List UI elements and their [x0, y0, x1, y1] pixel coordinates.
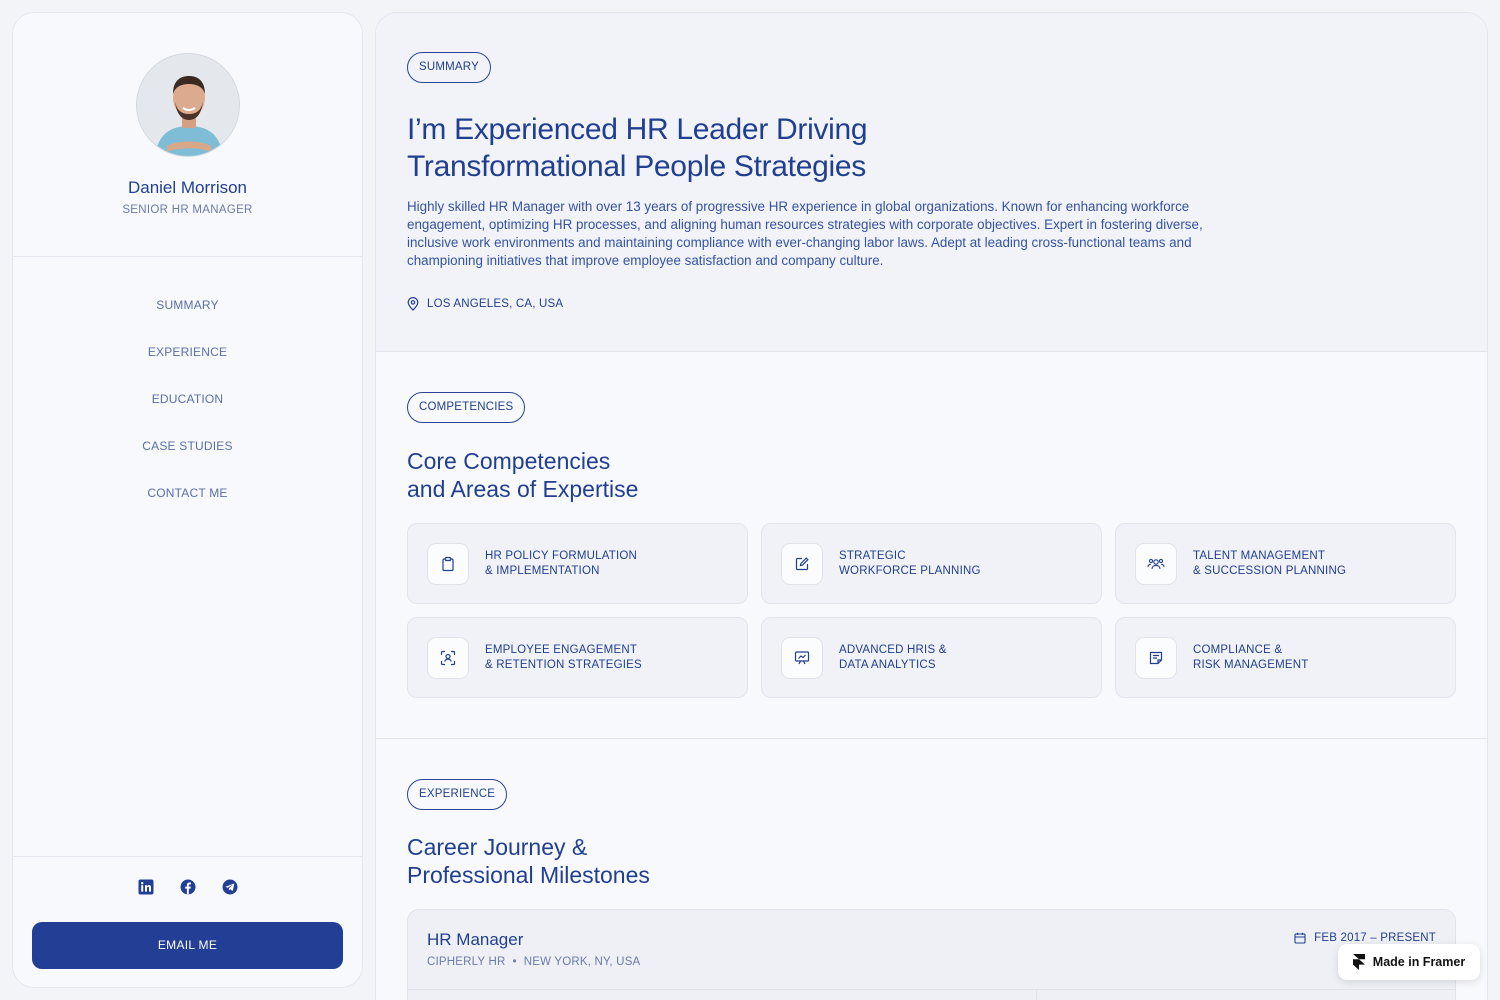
competency-line-2: & IMPLEMENTATION — [485, 565, 600, 577]
summary-pill: SUMMARY — [407, 52, 491, 83]
divider — [408, 989, 1455, 990]
email-me-button[interactable]: EMAIL ME — [32, 922, 343, 969]
headline-line-2: Transformational People Strategies — [407, 150, 866, 183]
competencies-pill: COMPETENCIES — [407, 392, 526, 423]
profile-name: Daniel Morrison — [127, 178, 248, 197]
document-icon — [1135, 637, 1177, 679]
experience-title-line-2: Professional Milestones — [407, 862, 650, 888]
job-dates: FEB 2017 – PRESENT — [1294, 932, 1436, 944]
sidebar-footer: EMAIL ME — [13, 856, 362, 987]
nav-item-contact-me[interactable]: CONTACT ME — [13, 485, 362, 532]
competency-line-1: TALENT MANAGEMENT — [1193, 550, 1326, 562]
summary-bio: Highly skilled HR Manager with over 13 y… — [407, 199, 1203, 268]
summary-section: SUMMARY I’m Experienced HR Leader Drivin… — [376, 13, 1487, 352]
headline-line-1: I’m Experienced HR Leader Driving — [407, 113, 868, 146]
competencies-title-line-1: Core Competencies — [407, 448, 611, 474]
summary-headline: I’m Experienced HR Leader Driving Transf… — [407, 111, 868, 185]
experience-title: Career Journey & Professional Milestones — [407, 833, 650, 889]
location: LOS ANGELES, CA, USA — [407, 297, 563, 311]
telegram-icon[interactable] — [222, 879, 238, 895]
job-company: CIPHERLY HR — [427, 956, 506, 968]
competency-line-1: EMPLOYEE ENGAGEMENT — [485, 644, 638, 656]
competency-line-1: HR POLICY FORMULATION — [485, 550, 638, 562]
edit-icon — [781, 543, 823, 585]
competency-card: ADVANCED HRIS & DATA ANALYTICS — [761, 617, 1102, 698]
competencies-section: COMPETENCIES Core Competencies and Areas… — [376, 352, 1487, 739]
map-pin-icon — [407, 297, 419, 311]
sidebar-nav: SUMMARY EXPERIENCE EDUCATION CASE STUDIE… — [13, 297, 362, 532]
competency-card: EMPLOYEE ENGAGEMENT & RETENTION STRATEGIE… — [407, 617, 748, 698]
user-focus-icon — [427, 637, 469, 679]
competency-card: COMPLIANCE & RISK MANAGEMENT — [1115, 617, 1456, 698]
competency-card: HR POLICY FORMULATION & IMPLEMENTATION — [407, 523, 748, 604]
separator-dot: • — [512, 956, 517, 968]
nav-item-experience[interactable]: EXPERIENCE — [13, 344, 362, 391]
profile-role: SENIOR HR MANAGER — [122, 204, 253, 216]
avatar — [136, 53, 240, 157]
job-card: HR Manager CIPHERLY HR • NEW YORK, NY, USA… — [407, 909, 1456, 1000]
nav-item-case-studies[interactable]: CASE STUDIES — [13, 438, 362, 485]
sidebar: Daniel Morrison SENIOR HR MANAGER SUMMAR… — [12, 12, 363, 988]
competency-card: TALENT MANAGEMENT & SUCCESSION PLANNING — [1115, 523, 1456, 604]
social-links — [13, 879, 362, 895]
nav-item-education[interactable]: EDUCATION — [13, 391, 362, 438]
profile-card: Daniel Morrison SENIOR HR MANAGER — [13, 13, 362, 257]
competency-card: STRATEGIC WORKFORCE PLANNING — [761, 523, 1102, 604]
competency-line-2: WORKFORCE PLANNING — [839, 565, 981, 577]
linkedin-icon[interactable] — [138, 879, 154, 895]
competency-line-2: & SUCCESSION PLANNING — [1193, 565, 1347, 577]
badge-label: Made in Framer — [1372, 955, 1466, 969]
competency-line-1: STRATEGIC — [839, 550, 906, 562]
job-title: HR Manager — [427, 930, 524, 949]
made-in-framer-badge[interactable]: Made in Framer — [1338, 944, 1480, 980]
clipboard-icon — [427, 543, 469, 585]
divider — [1036, 989, 1037, 1000]
experience-title-line-1: Career Journey & — [407, 834, 588, 860]
competency-line-2: RISK MANAGEMENT — [1193, 659, 1309, 671]
competency-line-1: ADVANCED HRIS & — [839, 644, 947, 656]
job-meta: CIPHERLY HR • NEW YORK, NY, USA — [427, 956, 640, 968]
experience-pill: EXPERIENCE — [407, 779, 508, 810]
calendar-icon — [1294, 932, 1306, 944]
facebook-icon[interactable] — [180, 879, 196, 895]
competencies-title: Core Competencies and Areas of Expertise — [407, 447, 638, 503]
competency-line-2: DATA ANALYTICS — [839, 659, 936, 671]
main-content: SUMMARY I’m Experienced HR Leader Drivin… — [375, 12, 1488, 1000]
presentation-chart-icon — [781, 637, 823, 679]
competency-cards: HR POLICY FORMULATION & IMPLEMENTATION ST… — [407, 523, 1456, 698]
experience-section: EXPERIENCE Career Journey & Professional… — [376, 739, 1487, 1000]
job-location: NEW YORK, NY, USA — [523, 956, 641, 968]
competency-line-2: & RETENTION STRATEGIES — [485, 659, 642, 671]
competency-line-1: COMPLIANCE & — [1193, 644, 1283, 656]
competencies-title-line-2: and Areas of Expertise — [407, 476, 639, 502]
nav-item-summary[interactable]: SUMMARY — [13, 297, 362, 344]
users-icon — [1135, 543, 1177, 585]
framer-logo-icon — [1352, 954, 1365, 970]
location-text: LOS ANGELES, CA, USA — [427, 298, 564, 310]
job-dates-text: FEB 2017 – PRESENT — [1314, 932, 1436, 944]
